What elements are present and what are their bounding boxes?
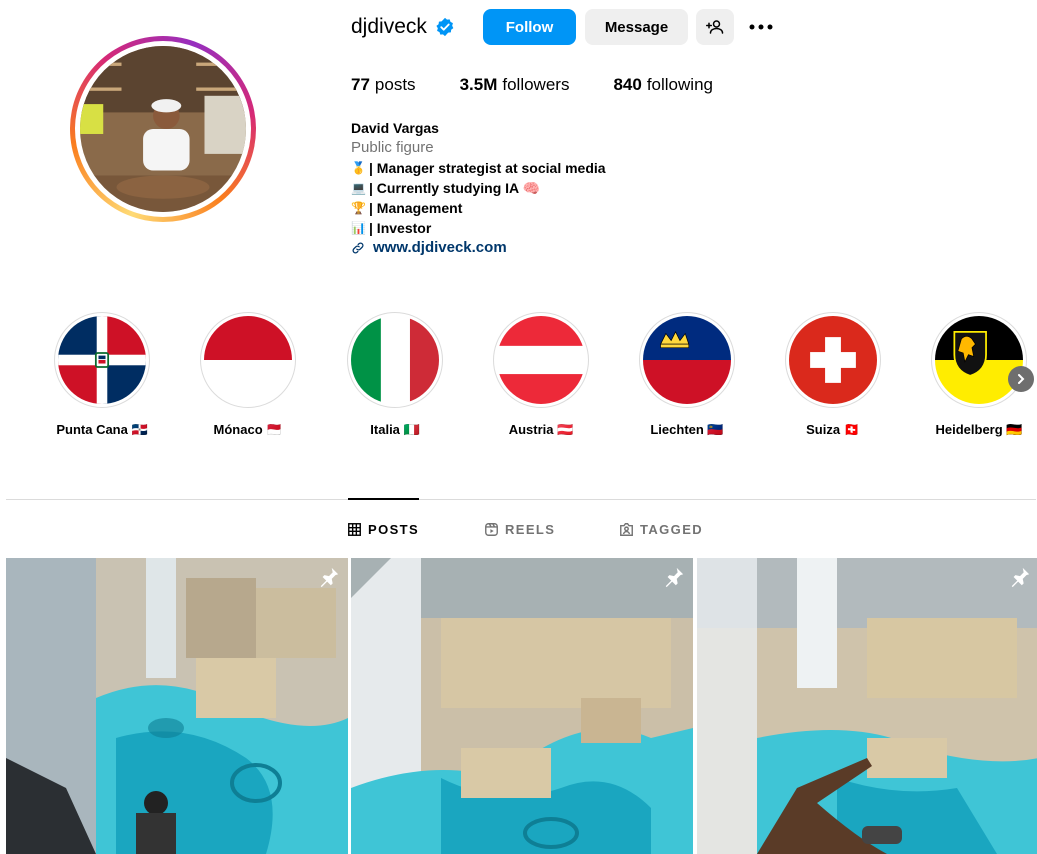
avatar-border: [75, 41, 251, 217]
highlight-ring: [931, 312, 1027, 408]
trophy-icon: 🏆: [351, 201, 366, 215]
highlight-label: Italia 🇮🇹: [370, 422, 420, 437]
ellipsis-icon: [749, 24, 773, 30]
post-image: [351, 558, 693, 854]
bio-line-text: | Manager strategist at social media: [369, 160, 606, 176]
highlight-label: Punta Cana 🇩🇴: [56, 422, 148, 437]
highlight-label: Liechten 🇱🇮: [650, 422, 724, 437]
followers-label: followers: [502, 75, 570, 94]
post-tile[interactable]: [697, 558, 1037, 854]
highlight-ring: [200, 312, 296, 408]
story-highlights: Punta Cana 🇩🇴 Mónaco 🇲🇨 Italia 🇮🇹 Austri…: [0, 312, 1037, 442]
following-stat[interactable]: 840 following: [613, 75, 713, 95]
italy-flag-icon: [351, 316, 439, 404]
message-button[interactable]: Message: [585, 9, 688, 45]
posts-count: 77: [351, 75, 370, 94]
highlight-suiza[interactable]: Suiza 🇨🇭: [773, 312, 893, 438]
pinned-icon: [665, 567, 684, 588]
more-options-button[interactable]: [745, 9, 777, 45]
bio-line: 🥇 | Manager strategist at social media: [351, 158, 606, 178]
tab-tagged[interactable]: TAGGED: [620, 518, 703, 540]
following-count: 840: [613, 75, 642, 94]
reels-icon: [485, 522, 498, 536]
highlight-monaco[interactable]: Mónaco 🇲🇨: [188, 312, 308, 438]
post-image: [6, 558, 348, 854]
active-tab-indicator: [348, 498, 419, 500]
tab-label: TAGGED: [640, 521, 704, 537]
following-label: following: [646, 75, 713, 94]
tab-label: REELS: [505, 521, 556, 537]
verified-badge-icon: [436, 17, 454, 37]
suggested-users-button[interactable]: [696, 9, 734, 45]
bio-line-text: | Investor: [369, 220, 432, 236]
tab-posts[interactable]: POSTS: [348, 518, 419, 540]
highlight-ring: [493, 312, 589, 408]
website-url: www.djdiveck.com: [373, 239, 507, 256]
profile-bio: David Vargas Public figure 🥇 | Manager s…: [351, 118, 606, 258]
category-label: Public figure: [351, 139, 434, 156]
profile-avatar-ring[interactable]: [70, 36, 256, 222]
bio-line-text: | Management: [369, 200, 463, 216]
dominican-flag-icon: [58, 316, 146, 404]
followers-stat[interactable]: 3.5M followers: [460, 75, 570, 95]
full-name: David Vargas: [351, 120, 439, 136]
chevron-right-icon: [1018, 374, 1025, 384]
grid-icon: [348, 522, 361, 536]
laptop-icon: 💻: [351, 181, 366, 195]
highlight-liechten[interactable]: Liechten 🇱🇮: [627, 312, 747, 438]
highlight-label: Heidelberg 🇩🇪: [935, 422, 1023, 437]
post-tile[interactable]: [351, 558, 693, 854]
highlight-punta-cana[interactable]: Punta Cana 🇩🇴: [42, 312, 162, 438]
bio-line-text: | Currently studying IA 🧠: [369, 180, 540, 196]
monaco-flag-icon: [204, 316, 292, 404]
profile-stats: 77 posts 3.5M followers 840 following: [351, 75, 757, 95]
austria-flag-icon: [497, 316, 585, 404]
username: djdiveck: [351, 15, 427, 38]
tab-reels[interactable]: REELS: [485, 518, 555, 540]
highlight-label: Austria 🇦🇹: [508, 422, 574, 437]
bio-line: 🏆 | Management: [351, 198, 606, 218]
person-plus-icon: [706, 20, 724, 34]
switzerland-flag-icon: [789, 316, 877, 404]
tabs-divider: [6, 499, 1036, 500]
highlight-ring: [785, 312, 881, 408]
tab-label: POSTS: [368, 521, 420, 537]
follow-button[interactable]: Follow: [483, 9, 576, 45]
website-link[interactable]: www.djdiveck.com: [351, 238, 606, 258]
post-tile[interactable]: [6, 558, 348, 854]
medal-icon: 🥇: [351, 161, 366, 175]
highlight-ring: [54, 312, 150, 408]
followers-count: 3.5M: [459, 75, 498, 94]
highlights-next-button[interactable]: [1008, 366, 1034, 392]
liechtenstein-flag-icon: [643, 316, 731, 404]
heidelberg-flag-icon: [935, 316, 1023, 404]
posts-stat: 77 posts: [351, 75, 416, 95]
bio-line: 💻 | Currently studying IA 🧠: [351, 178, 606, 198]
link-icon: [352, 242, 364, 254]
pinned-icon: [1011, 567, 1030, 588]
username-row: djdiveck: [351, 8, 455, 46]
avatar: [80, 46, 246, 212]
pinned-icon: [320, 567, 339, 588]
highlight-label: Mónaco 🇲🇨: [213, 422, 283, 437]
highlight-austria[interactable]: Austria 🇦🇹: [481, 312, 601, 438]
post-image: [697, 558, 1037, 854]
highlight-italia[interactable]: Italia 🇮🇹: [335, 312, 455, 438]
posts-label: posts: [374, 75, 416, 94]
chart-icon: 📊: [351, 221, 366, 235]
highlight-label: Suiza 🇨🇭: [806, 422, 860, 437]
highlight-ring: [347, 312, 443, 408]
highlight-ring: [639, 312, 735, 408]
tagged-icon: [620, 522, 633, 536]
bio-line: 📊 | Investor: [351, 218, 606, 238]
